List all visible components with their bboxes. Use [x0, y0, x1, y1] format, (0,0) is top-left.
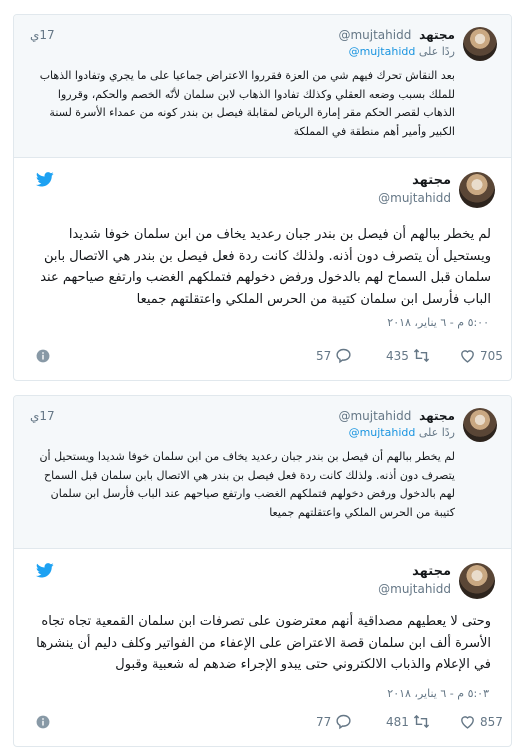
author-name[interactable]: مجتهد — [412, 564, 451, 579]
quoted-tweet[interactable]: مجتهد @mujtahidd 17ي ردًا على @mujtahidd… — [14, 396, 511, 549]
quoted-tweet-text: بعد النقاش تحرك فيهم شي من العزة فقرروا … — [39, 69, 455, 138]
reply-count: 57 — [316, 348, 332, 363]
quoted-author-name: مجتهد — [419, 409, 455, 423]
like-count: 857 — [480, 714, 503, 729]
quoted-author[interactable]: مجتهد @mujtahidd — [338, 409, 455, 423]
avatar[interactable] — [463, 27, 497, 61]
replying-to-label: ردًا على — [418, 426, 455, 439]
reply-icon — [336, 348, 351, 364]
quoted-author-handle: @mujtahidd — [338, 28, 412, 42]
info-icon[interactable] — [36, 715, 50, 729]
avatar[interactable] — [459, 563, 495, 599]
retweet-icon — [413, 714, 429, 729]
retweet-icon — [413, 348, 429, 363]
tweet-text: لم يخطر ببالهم أن فيصل بن بندر جبان رعدي… — [40, 227, 491, 307]
quoted-author-name: مجتهد — [419, 28, 455, 42]
replying-to-handle[interactable]: @mujtahidd — [349, 45, 416, 58]
retweet-count: 481 — [386, 714, 409, 729]
embedded-tweet-2: مجتهد @mujtahidd 17ي ردًا على @mujtahidd… — [13, 395, 512, 747]
reply-button[interactable]: 57 — [316, 347, 352, 364]
replying-to-label: ردًا على — [418, 45, 455, 58]
reply-icon — [336, 714, 351, 730]
retweet-count: 435 — [386, 348, 409, 363]
like-button[interactable]: 705 — [459, 347, 503, 364]
main-tweet: مجتهد @mujtahidd لم يخطر ببالهم أن فيصل … — [14, 158, 511, 380]
like-count: 705 — [480, 348, 503, 363]
tweet-text: وحتى لا يعطيهم مصداقية أنهم معترضون على … — [36, 614, 491, 672]
quoted-timestamp[interactable]: 17ي — [30, 28, 55, 42]
quoted-author[interactable]: مجتهد @mujtahidd — [338, 28, 455, 42]
twitter-bird-icon[interactable] — [36, 172, 54, 187]
retweet-button[interactable]: 435 — [386, 347, 430, 364]
reply-count: 77 — [316, 714, 332, 729]
twitter-bird-icon[interactable] — [36, 563, 54, 578]
author-handle[interactable]: @mujtahidd — [378, 191, 451, 205]
author-handle[interactable]: @mujtahidd — [378, 582, 451, 596]
quoted-tweet[interactable]: مجتهد @mujtahidd 17ي ردًا على @mujtahidd… — [14, 15, 511, 158]
tweet-actions: 705 435 57 — [14, 341, 511, 371]
like-button[interactable]: 857 — [459, 713, 503, 730]
avatar[interactable] — [459, 172, 495, 208]
quoted-timestamp[interactable]: 17ي — [30, 409, 55, 423]
heart-icon — [461, 716, 474, 729]
author-name[interactable]: مجتهد — [412, 173, 451, 188]
heart-icon — [461, 350, 474, 363]
tweet-actions: 857 481 77 — [14, 707, 511, 737]
avatar[interactable] — [463, 408, 497, 442]
quoted-author-handle: @mujtahidd — [338, 409, 412, 423]
info-icon[interactable] — [36, 349, 50, 363]
reply-button[interactable]: 77 — [316, 713, 352, 730]
tweet-date[interactable]: ٥:٠٠ م - ٦ يناير، ٢٠١٨ — [387, 316, 489, 329]
replying-to-handle[interactable]: @mujtahidd — [349, 426, 416, 439]
tweet-date[interactable]: ٥:٠٣ م - ٦ يناير، ٢٠١٨ — [387, 687, 489, 700]
embedded-tweet-1: مجتهد @mujtahidd 17ي ردًا على @mujtahidd… — [13, 14, 512, 381]
retweet-button[interactable]: 481 — [386, 713, 430, 730]
replying-to: ردًا على @mujtahidd — [349, 45, 455, 58]
main-tweet: مجتهد @mujtahidd وحتى لا يعطيهم مصداقية … — [14, 549, 511, 746]
replying-to: ردًا على @mujtahidd — [349, 426, 455, 439]
quoted-tweet-text: لم يخطر ببالهم أن فيصل بن بندر جبان رعدي… — [39, 450, 455, 519]
